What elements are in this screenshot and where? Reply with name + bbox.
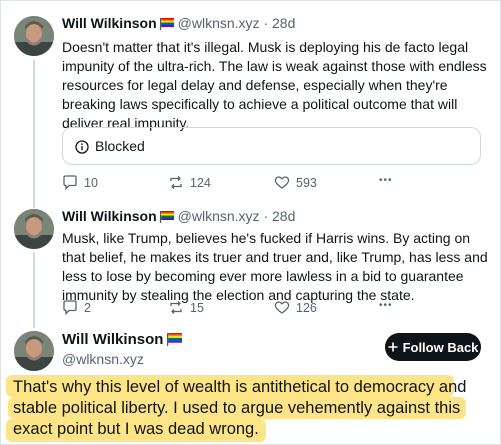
- like-button[interactable]: 126: [274, 300, 317, 315]
- reply-icon: [62, 175, 78, 190]
- heart-icon: [274, 300, 290, 315]
- plus-icon: [388, 340, 398, 355]
- heart-icon: [274, 175, 290, 190]
- author-name: Will Wilkinson: [62, 331, 164, 348]
- post-text: Doesn't matter that it's illegal. Musk i…: [62, 39, 487, 131]
- reply-count: 2: [84, 300, 91, 315]
- main-author-name[interactable]: Will Wilkinson: [62, 331, 183, 350]
- like-count: 126: [296, 300, 317, 315]
- avatar[interactable]: [14, 209, 54, 249]
- timestamp[interactable]: 28d: [272, 208, 295, 224]
- blocked-label: Blocked: [95, 138, 145, 154]
- avatar[interactable]: [14, 16, 54, 56]
- separator: ·: [263, 15, 269, 31]
- author-handle[interactable]: @wlknsn.xyz: [178, 208, 260, 224]
- timestamp[interactable]: 28d: [272, 15, 295, 31]
- separator: ·: [263, 208, 269, 224]
- post-text: Musk, like Trump, believes he's fucked i…: [62, 230, 488, 303]
- follow-back-button[interactable]: Follow Back: [385, 333, 481, 361]
- post-2[interactable]: Will Wilkinson @wlknsn.xyz · 28d Musk, li…: [14, 207, 490, 317]
- repost-icon: [168, 175, 184, 190]
- post-actions: 10 124 593 •••: [62, 175, 422, 195]
- blocked-quote[interactable]: Blocked: [62, 127, 481, 165]
- author-name[interactable]: Will Wilkinson: [62, 208, 157, 224]
- post-header: Will Wilkinson @wlknsn.xyz · 28d: [62, 14, 295, 34]
- author-handle[interactable]: @wlknsn.xyz: [178, 15, 260, 31]
- avatar[interactable]: [14, 331, 54, 371]
- more-icon: •••: [379, 175, 393, 186]
- reply-count: 10: [84, 175, 98, 190]
- more-icon: •••: [379, 300, 393, 311]
- main-author-handle[interactable]: @wlknsn.xyz: [62, 351, 144, 367]
- repost-count: 15: [190, 300, 204, 315]
- rainbow-flag-icon: [167, 333, 183, 350]
- rainbow-flag-icon: [159, 209, 174, 227]
- author-name[interactable]: Will Wilkinson: [62, 15, 157, 31]
- post-header: Will Wilkinson @wlknsn.xyz · 28d: [62, 207, 295, 227]
- like-button[interactable]: 593: [274, 175, 317, 190]
- repost-button[interactable]: 15: [168, 300, 204, 315]
- rainbow-flag-icon: [159, 16, 174, 34]
- reply-icon: [62, 300, 78, 315]
- follow-back-label: Follow Back: [402, 339, 479, 355]
- reply-button[interactable]: 10: [62, 175, 98, 190]
- info-icon: [75, 131, 89, 167]
- like-count: 593: [296, 175, 317, 190]
- post-actions: 2 15 126 •••: [62, 300, 422, 320]
- post-1[interactable]: Will Wilkinson @wlknsn.xyz · 28d Doesn't …: [14, 14, 490, 200]
- main-post-text: That's why this level of wealth is antit…: [13, 378, 467, 438]
- repost-icon: [168, 300, 184, 315]
- reply-button[interactable]: 2: [62, 300, 91, 315]
- more-button[interactable]: •••: [379, 175, 393, 186]
- more-button[interactable]: •••: [379, 300, 393, 311]
- repost-button[interactable]: 124: [168, 175, 211, 190]
- repost-count: 124: [190, 175, 211, 190]
